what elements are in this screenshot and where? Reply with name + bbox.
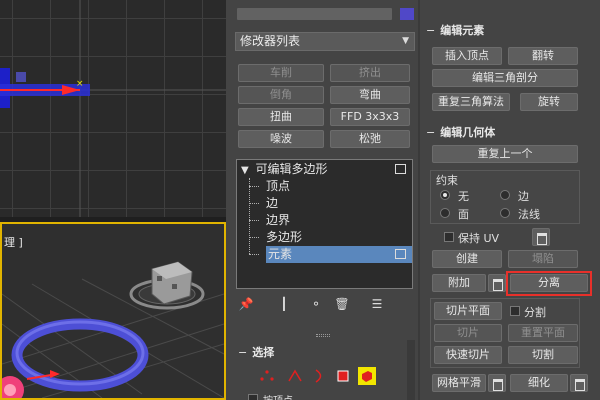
cube-icon[interactable] (395, 164, 406, 174)
perspective-viewport[interactable]: 理 ] (0, 222, 226, 400)
stack-root-label: 可编辑多边形 (255, 162, 328, 176)
tessellate-settings-icon[interactable] (570, 374, 588, 392)
top-viewport-scene: × (0, 0, 226, 217)
retriangulate-button[interactable]: 重复三角算法 (432, 93, 510, 111)
constraint-edge-label: 边 (518, 190, 529, 203)
stack-item-polygon[interactable]: 多边形 (237, 229, 412, 246)
stack-root-item[interactable]: ▼ 可编辑多边形 (237, 161, 412, 178)
relax-button[interactable]: 松弛 (330, 130, 410, 148)
element-mode-icon[interactable] (358, 367, 376, 385)
constraint-normal-label: 法线 (518, 208, 540, 221)
collapse-minus-icon: − (426, 24, 436, 37)
show-end-result-icon[interactable]: ┃ (276, 296, 292, 312)
insert-vertex-button[interactable]: 插入顶点 (432, 47, 502, 65)
edit-geometry-header[interactable]: − 编辑几何体 (426, 125, 495, 141)
turn-button[interactable]: 旋转 (520, 93, 578, 111)
collapse-minus-icon: − (426, 126, 436, 139)
repeat-last-button[interactable]: 重复上一个 (432, 145, 578, 163)
meshsmooth-settings-icon[interactable] (488, 374, 506, 392)
edit-triangulation-button[interactable]: 编辑三角剖分 (432, 69, 578, 87)
expand-arrow-icon[interactable]: ▼ (241, 165, 249, 176)
reset-plane-button[interactable]: 重置平面 (508, 324, 578, 342)
split-checkbox[interactable] (510, 306, 520, 316)
by-vertex-checkbox[interactable] (248, 394, 258, 400)
stack-item-element-label: 元素 (268, 247, 293, 261)
slice-button[interactable]: 切片 (434, 324, 502, 342)
stack-toolbar: 📌 ┃ ⚬ 🗑 ☰ (236, 296, 413, 314)
create-button[interactable]: 创建 (432, 250, 502, 268)
panel-resize-grip[interactable] (316, 334, 330, 337)
remove-modifier-icon[interactable]: 🗑 (334, 296, 350, 312)
collapse-minus-icon: − (238, 346, 248, 359)
cut-button[interactable]: 切割 (508, 346, 578, 364)
panel-scrollbar[interactable] (407, 340, 415, 400)
split-label: 分割 (524, 306, 546, 319)
bevel-button[interactable]: 倒角 (238, 86, 324, 104)
modifier-list-dropdown[interactable]: 修改器列表 ▼ (235, 32, 415, 51)
meshsmooth-button[interactable]: 网格平滑 (432, 374, 486, 392)
stack-item-element[interactable]: 元素 (266, 246, 412, 263)
stack-item-vertex[interactable]: 顶点 (237, 178, 412, 195)
border-mode-icon[interactable] (311, 367, 329, 385)
constraint-none-radio[interactable] (440, 190, 450, 200)
object-color-swatch[interactable] (400, 8, 414, 20)
attach-list-icon[interactable] (488, 274, 506, 292)
preserve-uv-label: 保持 UV (458, 232, 500, 245)
tessellate-button[interactable]: 细化 (510, 374, 568, 392)
modifier-list-label: 修改器列表 (240, 34, 301, 48)
constraint-none-label: 无 (458, 190, 469, 203)
edit-elements-title: 编辑元素 (440, 24, 485, 37)
make-unique-icon[interactable]: ⚬ (308, 296, 324, 312)
svg-text:×: × (76, 79, 84, 89)
configure-sets-icon[interactable]: ☰ (369, 296, 385, 312)
constraints-label: 约束 (436, 174, 458, 187)
edit-geometry-title: 编辑几何体 (440, 126, 496, 139)
polygon-mode-icon[interactable] (334, 367, 352, 385)
attach-button[interactable]: 附加 (432, 274, 486, 292)
constraint-face-radio[interactable] (440, 208, 450, 218)
flip-button[interactable]: 翻转 (508, 47, 578, 65)
edit-elements-header[interactable]: − 编辑元素 (426, 23, 484, 39)
modifier-stack[interactable]: ▼ 可编辑多边形 顶点 边 边界 多边形 元素 (236, 159, 413, 289)
settings-icon[interactable] (532, 228, 550, 246)
cube-icon (395, 249, 406, 259)
selection-rollout-title: 选择 (252, 346, 275, 359)
extrude-button[interactable]: 挤出 (330, 64, 410, 82)
twist-button[interactable]: 扭曲 (238, 108, 324, 126)
pin-stack-icon[interactable]: 📌 (238, 296, 254, 312)
vertex-mode-icon[interactable] (258, 367, 276, 385)
stack-item-edge[interactable]: 边 (237, 195, 412, 212)
edge-mode-icon[interactable] (286, 367, 304, 385)
object-name-field[interactable] (237, 8, 392, 20)
quickslice-button[interactable]: 快速切片 (434, 346, 502, 364)
collapse-button[interactable]: 塌陷 (508, 250, 578, 268)
constraint-edge-radio[interactable] (500, 190, 510, 200)
slice-plane-button[interactable]: 切片平面 (434, 302, 502, 320)
by-vertex-label: 按顶点 (263, 392, 293, 400)
chevron-down-icon: ▼ (402, 36, 409, 46)
ffd-button[interactable]: FFD 3x3x3 (330, 108, 410, 126)
detach-highlight-box (506, 271, 592, 296)
constraint-face-label: 面 (458, 208, 469, 221)
tree-branch (249, 254, 259, 255)
selection-rollout-header[interactable]: − 选择 (238, 345, 274, 361)
constraint-normal-radio[interactable] (500, 208, 510, 218)
perspective-viewport-scene (2, 261, 224, 398)
bend-button[interactable]: 弯曲 (330, 86, 410, 104)
noise-button[interactable]: 噪波 (238, 130, 324, 148)
stack-item-border[interactable]: 边界 (237, 212, 412, 229)
preserve-uv-checkbox[interactable] (444, 232, 454, 242)
lathe-button[interactable]: 车削 (238, 64, 324, 82)
top-viewport[interactable]: × (0, 0, 226, 217)
column-divider (418, 0, 420, 400)
